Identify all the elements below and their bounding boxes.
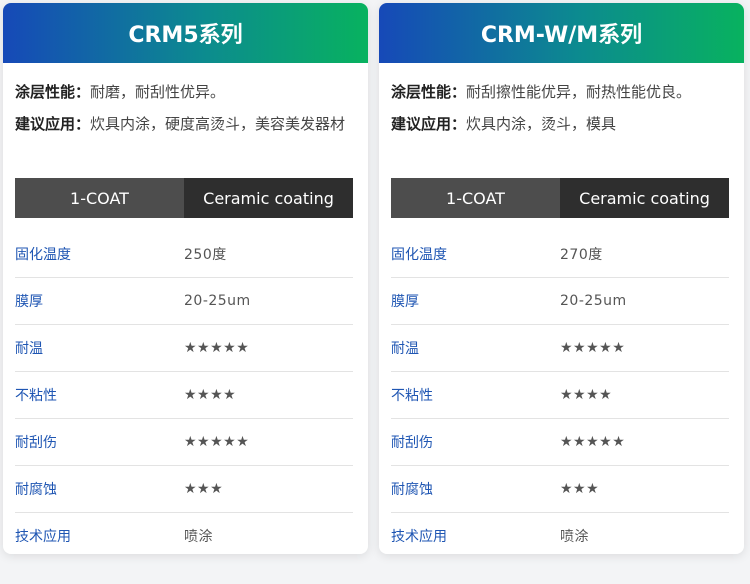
- coat-material-label: Ceramic coating: [184, 178, 353, 218]
- spec-value: 喷涂: [184, 529, 213, 545]
- spec-row: 固化温度 270度: [391, 231, 729, 278]
- coating-text: 耐刮擦性能优异，耐热性能优良。: [466, 83, 692, 101]
- spec-row: 膜厚 20-25um: [15, 278, 353, 325]
- spec-value: 250度: [184, 247, 227, 263]
- spec-value: ★★★★★: [184, 340, 250, 356]
- application-label: 建议应用：: [15, 115, 91, 133]
- spec-row: 耐温 ★★★★★: [391, 325, 729, 372]
- coating-label: 涂层性能：: [391, 83, 467, 101]
- spec-key: 耐刮伤: [15, 435, 57, 451]
- product-card-crm-wm: CRM-W/M系列 涂层性能： 耐刮擦性能优异，耐热性能优良。 建议应用： 炊具…: [379, 3, 744, 554]
- card-title: CRM5系列: [3, 3, 368, 63]
- card-description: 涂层性能： 耐刮擦性能优异，耐热性能优良。 建议应用： 炊具内涂，烫斗，模具: [379, 63, 744, 137]
- spec-value: ★★★★: [184, 387, 237, 403]
- spec-value: 喷涂: [560, 529, 589, 545]
- application-text: 炊具内涂，烫斗，模具: [466, 115, 617, 133]
- spec-table: 固化温度 270度 膜厚 20-25um 耐温 ★★★★★ 不粘性 ★★★★ 耐…: [391, 231, 729, 554]
- spec-value: ★★★: [560, 481, 600, 497]
- coating-type-bar: 1-COAT Ceramic coating: [391, 178, 729, 218]
- coat-material-label: Ceramic coating: [560, 178, 729, 218]
- coat-count-label: 1-COAT: [391, 178, 560, 218]
- spec-value: 20-25um: [184, 293, 251, 309]
- spec-key: 耐温: [391, 341, 419, 357]
- card-description: 涂层性能： 耐磨，耐刮性优异。 建议应用： 炊具内涂，硬度高烫斗，美容美发器材: [3, 63, 368, 137]
- spec-row: 耐刮伤 ★★★★★: [15, 419, 353, 466]
- application-label: 建议应用：: [391, 115, 467, 133]
- card-title: CRM-W/M系列: [379, 3, 744, 63]
- spec-row: 耐刮伤 ★★★★★: [391, 419, 729, 466]
- spec-table: 固化温度 250度 膜厚 20-25um 耐温 ★★★★★ 不粘性 ★★★★ 耐…: [15, 231, 353, 554]
- suggested-application: 建议应用： 炊具内涂，烫斗，模具: [391, 111, 732, 137]
- spec-key: 固化温度: [15, 247, 71, 263]
- spec-value: ★★★: [184, 481, 224, 497]
- spec-key: 不粘性: [15, 388, 57, 404]
- coating-performance: 涂层性能： 耐刮擦性能优异，耐热性能优良。: [391, 79, 732, 105]
- spec-row: 耐腐蚀 ★★★: [391, 466, 729, 513]
- spec-value: ★★★★★: [560, 434, 626, 450]
- coating-type-bar: 1-COAT Ceramic coating: [15, 178, 353, 218]
- spec-key: 膜厚: [391, 294, 419, 310]
- spec-key: 固化温度: [391, 247, 447, 263]
- product-comparison: CRM5系列 涂层性能： 耐磨，耐刮性优异。 建议应用： 炊具内涂，硬度高烫斗，…: [0, 0, 750, 584]
- spec-key: 耐腐蚀: [391, 482, 433, 498]
- spec-value: ★★★★★: [184, 434, 250, 450]
- spec-key: 耐温: [15, 341, 43, 357]
- application-text: 炊具内涂，硬度高烫斗，美容美发器材: [90, 115, 346, 133]
- coat-count-label: 1-COAT: [15, 178, 184, 218]
- spec-row: 技术应用 喷涂: [15, 513, 353, 554]
- spec-value: ★★★★★: [560, 340, 626, 356]
- spec-key: 不粘性: [391, 388, 433, 404]
- coating-text: 耐磨，耐刮性优异。: [90, 83, 226, 101]
- spec-row: 固化温度 250度: [15, 231, 353, 278]
- spec-key: 耐腐蚀: [15, 482, 57, 498]
- spec-row: 不粘性 ★★★★: [391, 372, 729, 419]
- spec-row: 耐腐蚀 ★★★: [15, 466, 353, 513]
- spec-value: 270度: [560, 247, 603, 263]
- spec-value: ★★★★: [560, 387, 613, 403]
- spec-key: 耐刮伤: [391, 435, 433, 451]
- spec-key: 膜厚: [15, 294, 43, 310]
- coating-performance: 涂层性能： 耐磨，耐刮性优异。: [15, 79, 356, 105]
- spec-key: 技术应用: [15, 529, 71, 545]
- spec-key: 技术应用: [391, 529, 447, 545]
- coating-label: 涂层性能：: [15, 83, 91, 101]
- suggested-application: 建议应用： 炊具内涂，硬度高烫斗，美容美发器材: [15, 111, 356, 137]
- spec-row: 膜厚 20-25um: [391, 278, 729, 325]
- spec-row: 技术应用 喷涂: [391, 513, 729, 554]
- spec-row: 不粘性 ★★★★: [15, 372, 353, 419]
- spec-row: 耐温 ★★★★★: [15, 325, 353, 372]
- spec-value: 20-25um: [560, 293, 627, 309]
- product-card-crm5: CRM5系列 涂层性能： 耐磨，耐刮性优异。 建议应用： 炊具内涂，硬度高烫斗，…: [3, 3, 368, 554]
